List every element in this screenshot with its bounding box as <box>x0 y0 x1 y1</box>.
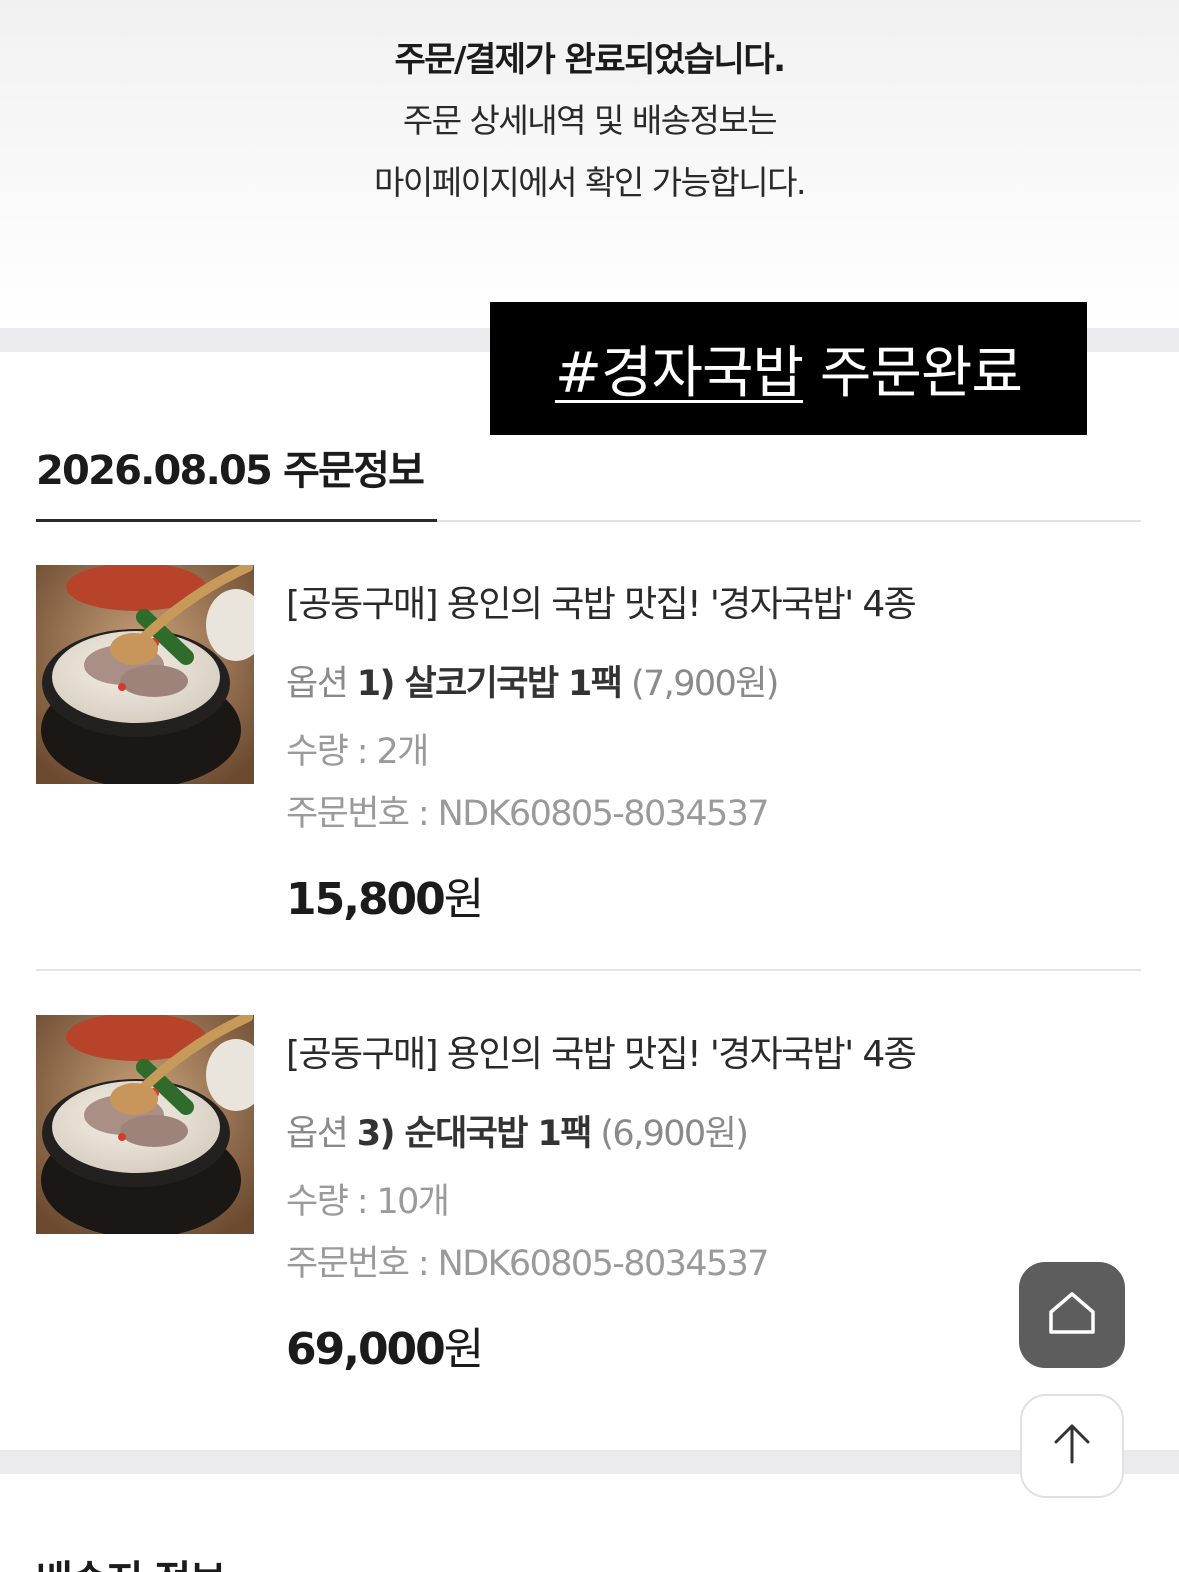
order-complete-banner: 주문/결제가 완료되었습니다. 주문 상세내역 및 배송정보는 마이페이지에서 … <box>0 0 1179 328</box>
banner-title: 주문/결제가 완료되었습니다. <box>394 40 786 80</box>
product-title[interactable]: [공동구매] 용인의 국밥 맛집! '경자국밥' 4종 <box>286 575 917 627</box>
heading-rule <box>437 520 1141 522</box>
price-amount: 15,800 <box>286 874 446 925</box>
product-option: 옵션 3) 순대국밥 1팩 (6,900원) <box>286 1105 749 1156</box>
price-unit: 원 <box>443 1324 485 1375</box>
option-price: (6,900원) <box>600 1114 749 1154</box>
home-icon <box>1047 1288 1097 1342</box>
item-divider <box>36 969 1141 971</box>
product-thumbnail[interactable] <box>36 565 254 784</box>
price-amount: 69,000 <box>286 1324 446 1375</box>
banner-message-line2: 마이페이지에서 확인 가능합니다. <box>373 163 807 202</box>
product-option: 옵션 1) 살코기국밥 1팩 (7,900원) <box>286 655 780 706</box>
product-quantity: 수량 : 10개 <box>286 1182 450 1222</box>
price-unit: 원 <box>443 874 485 925</box>
arrow-up-icon <box>1050 1422 1094 1470</box>
section-divider <box>0 1450 1179 1474</box>
home-button[interactable] <box>1019 1262 1125 1368</box>
banner-message-line1: 주문 상세내역 및 배송정보는 <box>402 101 778 140</box>
hashtag-caption: #경자국밥 주문완료 <box>490 302 1087 435</box>
hashtag-link[interactable]: #경자국밥 <box>555 328 804 409</box>
scroll-top-button[interactable] <box>1020 1394 1124 1498</box>
heading-underline <box>36 519 437 522</box>
shipping-info-heading: 배송지 정보 <box>36 1548 226 1572</box>
order-info-heading: 2026.08.05 주문정보 <box>36 448 425 494</box>
order-number: 주문번호 : NDK60805-8034537 <box>286 1244 770 1284</box>
order-number: 주문번호 : NDK60805-8034537 <box>286 794 770 834</box>
order-item[interactable]: [공동구매] 용인의 국밥 맛집! '경자국밥' 4종 옵션 3) 순대국밥 1… <box>36 1015 1141 1395</box>
option-label: 옵션 <box>286 1114 349 1154</box>
option-price: (7,900원) <box>630 664 780 704</box>
product-title[interactable]: [공동구매] 용인의 국밥 맛집! '경자국밥' 4종 <box>286 1025 917 1077</box>
option-name: 3) 순대국밥 1팩 <box>356 1114 593 1154</box>
option-name: 1) 살코기국밥 1팩 <box>356 664 623 704</box>
item-total-price: 69,000원 <box>286 1313 485 1377</box>
order-item[interactable]: [공동구매] 용인의 국밥 맛집! '경자국밥' 4종 옵션 1) 살코기국밥 … <box>36 565 1141 945</box>
option-label: 옵션 <box>286 664 349 704</box>
hashtag-suffix: 주문완료 <box>803 341 1023 406</box>
product-thumbnail[interactable] <box>36 1015 254 1234</box>
item-total-price: 15,800원 <box>286 863 485 927</box>
product-quantity: 수량 : 2개 <box>286 732 429 772</box>
